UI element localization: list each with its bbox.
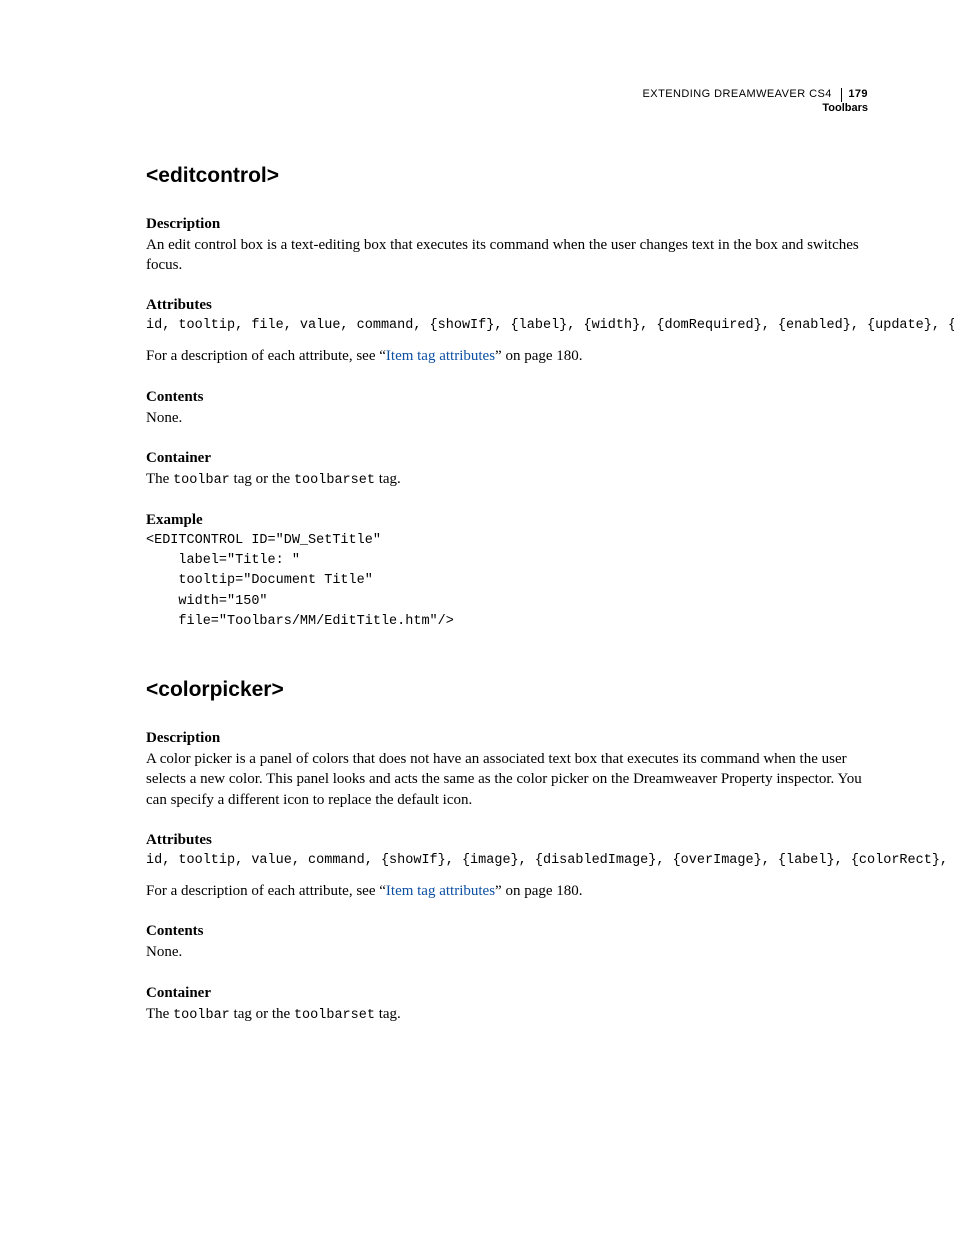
container-post: tag.	[375, 1006, 401, 1022]
container-mid: tag or the	[230, 471, 294, 487]
contents-text: None.	[146, 408, 868, 428]
attributes-code: id, tooltip, file, value, command, {show…	[146, 316, 868, 336]
toolbarset-code: toolbarset	[294, 473, 375, 488]
attr-desc-post: ” on page 180.	[495, 883, 582, 899]
page-content: EXTENDING DREAMWEAVER CS4 179 Toolbars <…	[0, 0, 954, 1025]
colorpicker-heading: <colorpicker>	[146, 678, 868, 702]
editcontrol-heading: <editcontrol>	[146, 164, 868, 188]
attr-desc-pre: For a description of each attribute, see…	[146, 883, 386, 899]
header-line-1: EXTENDING DREAMWEAVER CS4 179	[146, 88, 868, 102]
description-text: A color picker is a panel of colors that…	[146, 749, 868, 810]
header-chapter: Toolbars	[146, 102, 868, 116]
container-heading: Container	[146, 450, 868, 467]
running-header: EXTENDING DREAMWEAVER CS4 179 Toolbars	[146, 88, 868, 116]
attributes-desc: For a description of each attribute, see…	[146, 881, 868, 901]
container-text: The toolbar tag or the toolbarset tag.	[146, 1004, 868, 1025]
toolbar-code: toolbar	[173, 473, 230, 488]
contents-heading: Contents	[146, 389, 868, 406]
description-text: An edit control box is a text-editing bo…	[146, 235, 868, 276]
contents-heading: Contents	[146, 923, 868, 940]
attr-desc-pre: For a description of each attribute, see…	[146, 348, 386, 364]
contents-text: None.	[146, 942, 868, 962]
attributes-desc: For a description of each attribute, see…	[146, 346, 868, 366]
description-heading: Description	[146, 730, 868, 747]
description-heading: Description	[146, 216, 868, 233]
container-mid: tag or the	[230, 1006, 294, 1022]
toolbar-code: toolbar	[173, 1008, 230, 1023]
attributes-code: id, tooltip, value, command, {showIf}, {…	[146, 851, 868, 871]
toolbarset-code: toolbarset	[294, 1008, 375, 1023]
item-tag-attributes-link[interactable]: Item tag attributes	[386, 348, 495, 364]
container-pre: The	[146, 471, 173, 487]
example-code: <EDITCONTROL ID="DW_SetTitle" label="Tit…	[146, 531, 868, 632]
example-heading: Example	[146, 512, 868, 529]
attributes-heading: Attributes	[146, 832, 868, 849]
container-pre: The	[146, 1006, 173, 1022]
attr-desc-post: ” on page 180.	[495, 348, 582, 364]
container-text: The toolbar tag or the toolbarset tag.	[146, 469, 868, 490]
attributes-heading: Attributes	[146, 297, 868, 314]
container-post: tag.	[375, 471, 401, 487]
doc-title: EXTENDING DREAMWEAVER CS4	[643, 88, 832, 100]
page-number: 179	[841, 88, 868, 102]
container-heading: Container	[146, 985, 868, 1002]
item-tag-attributes-link[interactable]: Item tag attributes	[386, 883, 495, 899]
